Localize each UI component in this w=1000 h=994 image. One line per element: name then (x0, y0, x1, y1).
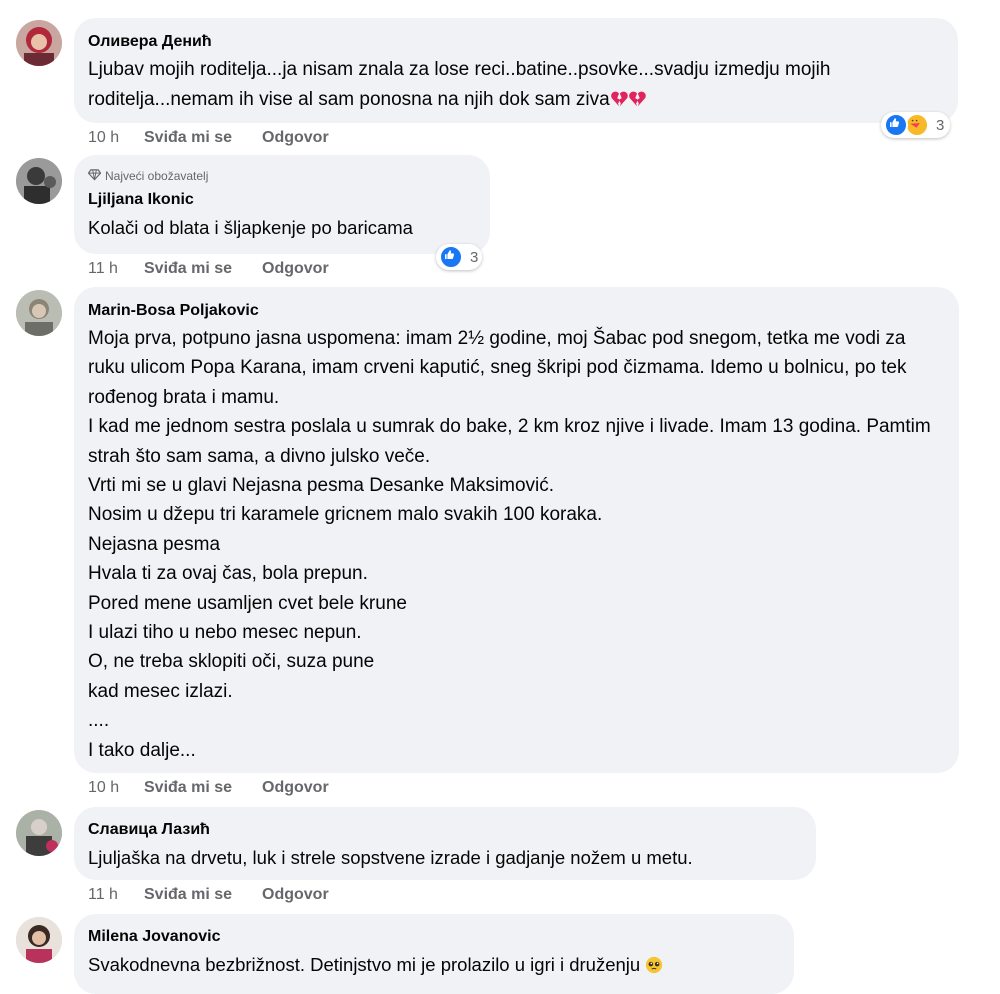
reply-button[interactable]: Odgovor (262, 128, 329, 148)
comment-actions: 10 h Sviđa mi se Odgovor (88, 128, 329, 148)
comment-bubble: Оливера Денић Ljubav mojih roditelja...j… (74, 18, 958, 123)
comment-author[interactable]: Marin-Bosa Poljakovic (88, 301, 945, 321)
broken-heart-icon (610, 88, 628, 107)
care-icon (905, 113, 929, 137)
comment-actions: 11 h Sviđa mi se Odgovor (88, 259, 329, 279)
badge-label: Najveći obožavatelj (105, 169, 209, 183)
like-button[interactable]: Sviđa mi se (144, 259, 262, 279)
comment-author[interactable]: Славица Лазић (88, 820, 802, 840)
comment-timestamp[interactable]: 10 h (88, 128, 144, 148)
comment-text: Moja prva, potpuno jasna uspomena: imam … (88, 328, 931, 761)
comment-author[interactable]: Ljiljana Ikonic (88, 190, 476, 210)
comment-text: Ljubav mojih roditelja...ja nisam znala … (88, 55, 944, 115)
like-button[interactable]: Sviđa mi se (144, 778, 262, 798)
comment-bubble: Славица Лазић Ljuljaška na drvetu, luk i… (74, 807, 816, 880)
comment-timestamp[interactable]: 10 h (88, 778, 144, 798)
like-button[interactable]: Sviđa mi se (144, 885, 262, 905)
reaction-count: 3 (470, 248, 479, 266)
comment-author[interactable]: Оливера Денић (88, 32, 944, 52)
like-icon (884, 113, 908, 137)
comment-text: Svakodnevna bezbrižnost. Detinjstvo mi j… (88, 950, 780, 979)
pleading-face-icon (645, 953, 663, 974)
like-button[interactable]: Sviđa mi se (144, 128, 262, 148)
comment-bubble: Milena Jovanovic Svakodnevna bezbrižnost… (74, 914, 794, 994)
comment-text-body: Svakodnevna bezbrižnost. Detinjstvo mi j… (88, 954, 641, 975)
reaction-summary[interactable]: 3 (881, 112, 951, 138)
reaction-summary[interactable]: 3 (436, 244, 483, 270)
avatar[interactable] (16, 290, 62, 336)
comment-actions: 10 h Sviđa mi se Odgovor (88, 778, 329, 798)
avatar[interactable] (16, 20, 62, 66)
comment-actions: 11 h Sviđa mi se Odgovor (88, 885, 329, 905)
top-fan-badge[interactable]: Najveći obožavatelj (87, 168, 476, 184)
reply-button[interactable]: Odgovor (262, 778, 329, 798)
avatar[interactable] (16, 917, 62, 963)
like-icon (439, 245, 463, 269)
reply-button[interactable]: Odgovor (262, 885, 329, 905)
comment-timestamp[interactable]: 11 h (88, 885, 144, 905)
comment-timestamp[interactable]: 11 h (88, 259, 144, 279)
avatar[interactable] (16, 810, 62, 856)
comment-author[interactable]: Milena Jovanovic (88, 927, 780, 947)
reply-button[interactable]: Odgovor (262, 259, 329, 279)
avatar[interactable] (16, 158, 62, 204)
diamond-icon (87, 168, 102, 184)
comment-bubble: Marin-Bosa Poljakovic Moja prva, potpuno… (74, 287, 959, 773)
comment-text-body: Ljubav mojih roditelja...ja nisam znala … (88, 59, 831, 110)
broken-heart-icon (628, 88, 646, 107)
reaction-count: 3 (936, 116, 945, 134)
comment-text: Ljuljaška na drvetu, luk i strele sopstv… (88, 847, 693, 868)
comment-text: Kolači od blata i šljapkenje po baricama (88, 217, 413, 238)
comment-bubble: Najveći obožavatelj Ljiljana Ikonic Kola… (74, 155, 490, 254)
